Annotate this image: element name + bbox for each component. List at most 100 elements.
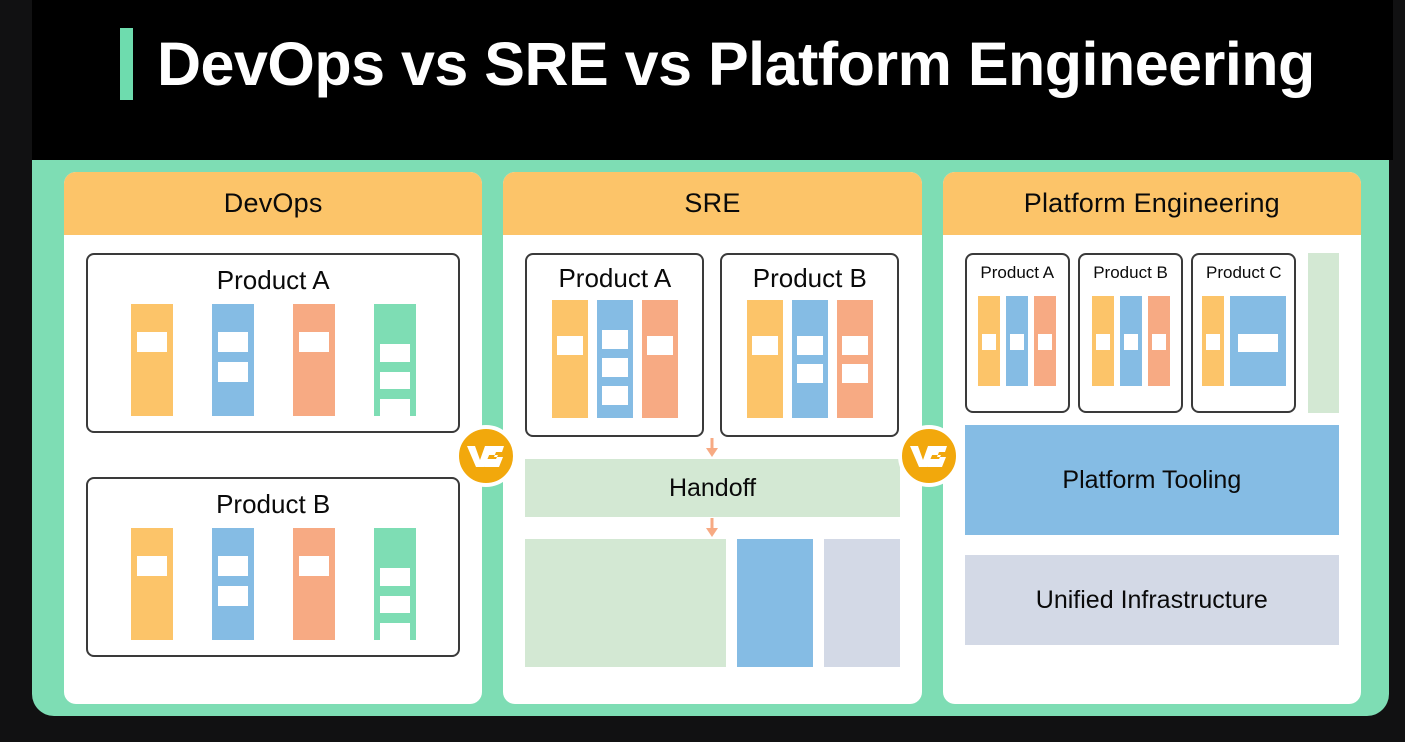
service-slot — [217, 332, 248, 353]
service-slot — [1010, 333, 1025, 350]
service-slot — [982, 333, 997, 350]
service-bar — [1006, 295, 1029, 386]
service-slot — [601, 386, 628, 406]
shared-ops-lavender-block — [824, 539, 900, 667]
handoff-block: Handoff — [525, 459, 900, 517]
vs-text-icon — [467, 446, 504, 467]
vs-badge-devops-sre — [455, 425, 517, 487]
column-header-devops: DevOps — [64, 172, 483, 235]
service-bars — [1091, 295, 1170, 386]
product-title: Product B — [1093, 263, 1168, 282]
service-bar — [1147, 295, 1170, 386]
shared-ops-green-block — [525, 539, 726, 667]
column-header-sre: SRE — [503, 172, 922, 235]
service-slot — [556, 336, 583, 356]
service-slot — [379, 595, 410, 613]
service-slot — [217, 362, 248, 383]
service-bar — [1229, 295, 1286, 386]
title-band: DevOps vs SRE vs Platform Engineering — [32, 0, 1393, 160]
service-bar — [1201, 295, 1224, 386]
arrow-down-icon-bottom — [525, 517, 899, 539]
product-box-platform-c[interactable]: Product C — [1191, 253, 1297, 413]
column-title-devops: DevOps — [223, 188, 323, 218]
service-bar — [1034, 295, 1057, 386]
service-slot — [379, 398, 410, 417]
service-bar — [130, 528, 173, 641]
product-title: Product B — [752, 263, 867, 293]
service-slot — [217, 556, 248, 577]
column-sre[interactable]: SRE Product A Product B Handoff — [503, 172, 922, 704]
service-bar — [130, 304, 173, 417]
column-body-platform: Product A Product B Product C Platform T… — [943, 235, 1361, 704]
platform-product-row: Product A Product B Product C — [964, 253, 1339, 413]
service-slot — [751, 336, 778, 356]
handoff-label: Handoff — [668, 473, 757, 502]
service-slot — [1123, 333, 1138, 350]
service-slot — [379, 622, 410, 641]
service-bar — [211, 304, 254, 417]
service-bars — [130, 304, 416, 417]
product-box-sre-a[interactable]: Product A — [525, 253, 705, 437]
service-slot — [796, 364, 823, 384]
column-header-platform: Platform Engineering — [942, 172, 1361, 235]
service-slot — [841, 336, 868, 356]
service-bars — [746, 300, 873, 419]
service-bars — [551, 300, 678, 419]
service-bar — [373, 304, 416, 417]
product-box-devops-b[interactable]: Product B — [86, 477, 461, 657]
product-title: Product B — [216, 489, 331, 519]
vs-text-icon — [910, 446, 947, 467]
service-bar — [596, 300, 633, 419]
title-row: DevOps vs SRE vs Platform Engineering — [120, 28, 1315, 100]
platform-green-strip — [1308, 253, 1339, 413]
service-slot — [1205, 333, 1220, 350]
sre-product-row: Product A Product B — [525, 253, 900, 437]
column-body-sre: Product A Product B Handoff — [503, 235, 921, 704]
platform-tooling-label: Platform Tooling — [1062, 465, 1242, 494]
column-title-sre: SRE — [684, 188, 741, 218]
service-slot — [136, 556, 167, 577]
page-title: DevOps vs SRE vs Platform Engineering — [157, 29, 1315, 98]
service-slot — [646, 336, 673, 356]
service-bar — [978, 295, 1001, 386]
service-slot — [601, 358, 628, 378]
service-bar — [746, 300, 783, 419]
unified-infrastructure-block: Unified Infrastructure — [964, 555, 1339, 645]
column-title-platform: Platform Engineering — [1023, 188, 1280, 218]
service-bar — [1091, 295, 1114, 386]
product-box-devops-a[interactable]: Product A — [86, 253, 461, 433]
service-bar — [641, 300, 678, 419]
service-bar — [211, 528, 254, 641]
service-bar — [791, 300, 828, 419]
service-slot — [796, 336, 823, 356]
service-slot — [1237, 333, 1278, 352]
arrow-down-icon-top — [525, 437, 899, 459]
service-slot — [1151, 333, 1166, 350]
service-slot — [601, 330, 628, 350]
product-title: Product A — [980, 263, 1055, 282]
title-accent-bar — [120, 28, 133, 100]
service-bar — [292, 528, 335, 641]
service-slot — [1038, 333, 1053, 350]
service-bar — [836, 300, 873, 419]
column-platform-engineering[interactable]: Platform Engineering Product A Product B… — [942, 172, 1361, 704]
product-box-platform-a[interactable]: Product A — [964, 253, 1070, 413]
column-devops[interactable]: DevOps Product A Product B — [64, 172, 483, 704]
service-slot — [217, 586, 248, 607]
sre-bottom-row — [525, 539, 900, 667]
product-box-platform-b[interactable]: Product B — [1077, 253, 1184, 413]
service-bar — [1119, 295, 1142, 386]
unified-infrastructure-label: Unified Infrastructure — [1035, 585, 1268, 614]
service-slot — [379, 568, 410, 586]
platform-tooling-block: Platform Tooling — [964, 425, 1339, 535]
service-bar — [551, 300, 588, 419]
service-slot — [298, 332, 329, 353]
product-box-sre-b[interactable]: Product B — [720, 253, 900, 437]
service-slot — [298, 556, 329, 577]
service-bars — [130, 528, 416, 641]
product-title: Product A — [558, 263, 672, 293]
service-slot — [841, 364, 868, 384]
service-slot — [1095, 333, 1110, 350]
columns-row: DevOps Product A Product B SRE Product A… — [64, 172, 1361, 704]
service-slot — [379, 371, 410, 389]
